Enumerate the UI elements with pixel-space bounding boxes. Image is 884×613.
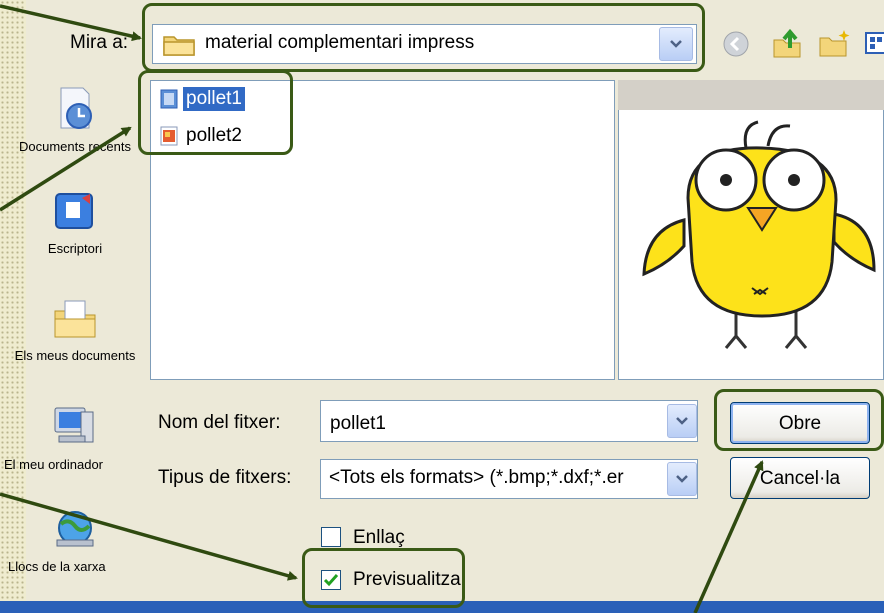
annotation-arrows [0,4,764,613]
arrow-to-cancel [693,460,764,613]
arrow-to-preview [0,492,298,581]
arrow-to-files [0,126,132,212]
arrow-to-look-in [0,4,142,42]
